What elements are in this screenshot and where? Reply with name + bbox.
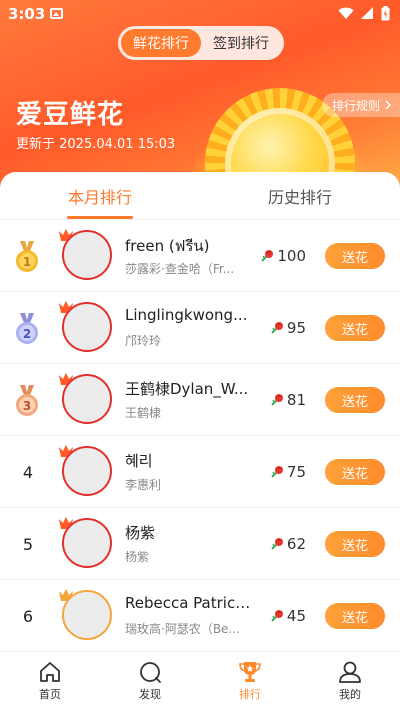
- rank-number: 4: [22, 462, 34, 482]
- flower-count: 95: [256, 292, 306, 364]
- nav-ranking-label: 排行: [239, 688, 261, 701]
- tab-this-month[interactable]: 本月排行: [0, 172, 200, 219]
- flower-count-value: 100: [277, 247, 306, 265]
- send-flower-button[interactable]: 送花: [325, 315, 385, 341]
- rose-icon: [271, 538, 283, 550]
- idol-subtitle: 杨紫: [125, 550, 150, 564]
- battery-icon: [381, 6, 390, 21]
- nav-profile[interactable]: 我的: [300, 652, 400, 711]
- page-title: 爱豆鲜花: [16, 100, 125, 130]
- home-icon: [40, 662, 60, 682]
- ranking-rules-label: 排行规则: [331, 98, 380, 113]
- bottom-navigation: 首页 发现 排行 我的: [0, 651, 400, 711]
- rose-icon: [271, 322, 283, 334]
- segment-checkin-ranking[interactable]: 签到排行: [201, 29, 281, 57]
- idol-name: 王鹤棣Dylan_W...: [125, 380, 249, 398]
- idol-name: Rebecca Patrici...: [125, 594, 253, 612]
- rose-icon: [271, 466, 283, 478]
- ranking-row[interactable]: 3 王鹤棣Dylan_W... 王鹤棣 81 送花: [0, 364, 400, 436]
- svg-text:2: 2: [23, 327, 31, 341]
- avatar[interactable]: [62, 230, 112, 280]
- idol-subtitle: 莎露彩·查金哈（Fr...: [125, 262, 235, 276]
- ranking-row[interactable]: 4 혜리 李惠利 75 送花: [0, 436, 400, 508]
- ranking-row[interactable]: 2 Linglingkwong... 邝玲玲 95 送花: [0, 292, 400, 364]
- flower-count: 100: [256, 220, 306, 292]
- ranking-row[interactable]: 6 Rebecca Patrici... 瑞玫高·阿瑟农（Be... 45 送花: [0, 580, 400, 652]
- segment-flower-ranking[interactable]: 鲜花排行: [121, 29, 201, 57]
- flower-count: 45: [256, 580, 306, 652]
- ranking-type-segment: 鲜花排行 签到排行: [118, 26, 284, 60]
- send-flower-button[interactable]: 送花: [325, 531, 385, 557]
- profile-icon: [339, 661, 361, 683]
- update-time: 更新于 2025.04.01 15:03: [16, 137, 176, 152]
- status-time: 3:03: [8, 5, 46, 23]
- nav-ranking[interactable]: 排行: [200, 652, 300, 711]
- idol-name: freen (ฟรีน): [125, 237, 210, 255]
- flower-count: 62: [256, 508, 306, 580]
- nav-home-label: 首页: [39, 688, 61, 701]
- period-tabs: 本月排行 历史排行: [0, 172, 400, 220]
- tab-history[interactable]: 历史排行: [200, 172, 400, 219]
- flower-count-value: 45: [286, 607, 306, 625]
- flower-count: 81: [256, 364, 306, 436]
- image-notification-icon: [50, 8, 63, 19]
- discover-icon: [140, 662, 161, 683]
- rank-number: 6: [22, 606, 34, 626]
- idol-subtitle: 李惠利: [125, 478, 162, 492]
- rose-icon: [271, 394, 283, 406]
- idol-subtitle: 邝玲玲: [125, 334, 162, 348]
- idol-subtitle: 瑞玫高·阿瑟农（Be...: [125, 622, 240, 636]
- idol-name: 혜리: [125, 452, 153, 470]
- nav-profile-label: 我的: [339, 688, 361, 701]
- trophy-icon: [239, 662, 261, 682]
- status-bar: 3:03: [0, 0, 400, 28]
- bronze-medal-icon: 3: [16, 385, 38, 416]
- chevron-right-icon: [385, 100, 392, 110]
- status-icons: [338, 6, 390, 21]
- send-flower-button[interactable]: 送花: [325, 387, 385, 413]
- idol-name: 杨紫: [125, 524, 156, 542]
- signal-icon: [361, 7, 373, 19]
- svg-text:1: 1: [23, 255, 31, 269]
- send-flower-button[interactable]: 送花: [325, 459, 385, 485]
- ranking-row[interactable]: 5 杨紫 杨紫 62 送花: [0, 508, 400, 580]
- ranking-list: 1 freen (ฟรีน) 莎露彩·查金哈（Fr... 100 送花 2 Li…: [0, 220, 400, 652]
- flower-count-value: 62: [286, 535, 306, 553]
- send-flower-button[interactable]: 送花: [325, 603, 385, 629]
- send-flower-button[interactable]: 送花: [325, 243, 385, 269]
- nav-home[interactable]: 首页: [0, 652, 100, 711]
- idol-name: Linglingkwong...: [125, 306, 248, 324]
- flower-count-value: 95: [286, 319, 306, 337]
- rose-icon: [271, 610, 283, 622]
- avatar[interactable]: [62, 446, 112, 496]
- avatar[interactable]: [62, 374, 112, 424]
- ranking-sheet: 本月排行 历史排行 1 freen (ฟรีน) 莎露彩·查金哈（Fr... 1…: [0, 172, 400, 711]
- avatar[interactable]: [62, 302, 112, 352]
- flower-count: 75: [256, 436, 306, 508]
- ranking-row[interactable]: 1 freen (ฟรีน) 莎露彩·查金哈（Fr... 100 送花: [0, 220, 400, 292]
- rank-number: 5: [22, 534, 34, 554]
- avatar[interactable]: [62, 518, 112, 568]
- idol-subtitle: 王鹤棣: [125, 406, 162, 420]
- silver-medal-icon: 2: [16, 313, 38, 344]
- svg-text:3: 3: [23, 399, 31, 413]
- wifi-icon: [338, 7, 354, 19]
- gold-medal-icon: 1: [16, 241, 38, 272]
- flower-count-value: 81: [286, 391, 306, 409]
- nav-discover-label: 发现: [139, 688, 161, 701]
- nav-discover[interactable]: 发现: [100, 652, 200, 711]
- rose-icon: [261, 250, 274, 262]
- avatar[interactable]: [62, 590, 112, 640]
- ranking-rules-button[interactable]: 排行规则: [321, 93, 400, 117]
- flower-count-value: 75: [286, 463, 306, 481]
